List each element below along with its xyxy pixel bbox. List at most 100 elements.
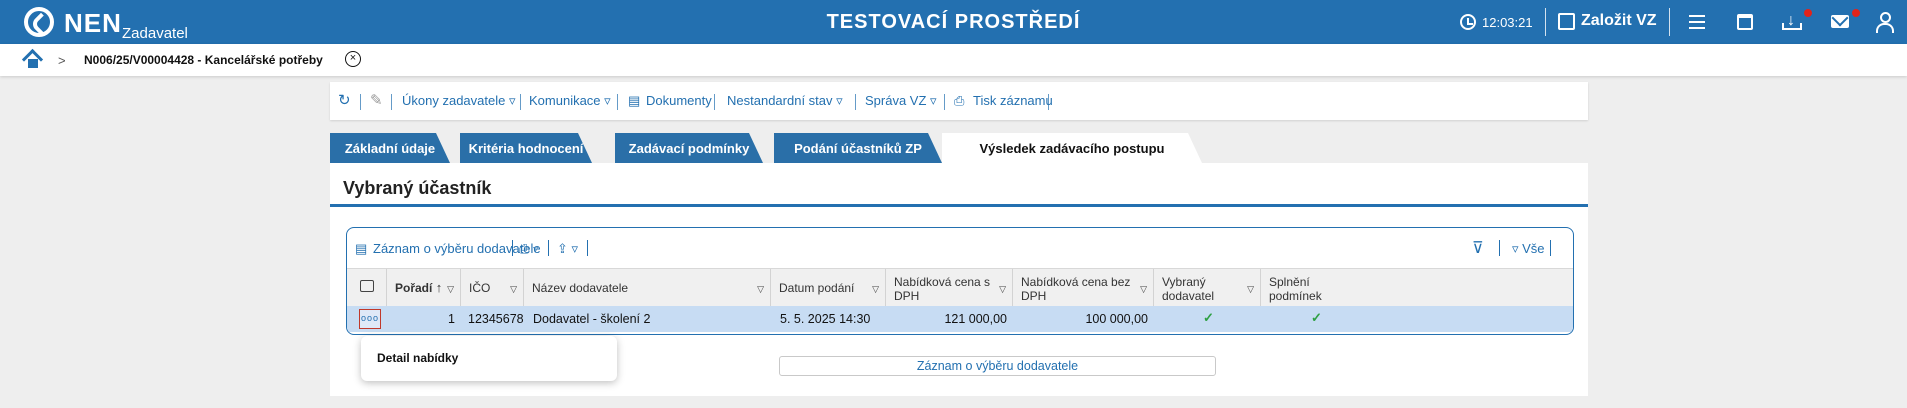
column-vybrany-label-2: dodavatel [1162, 289, 1215, 303]
column-ico[interactable]: IČO ▽ [461, 269, 524, 307]
divider [1048, 94, 1049, 110]
home-icon[interactable] [24, 51, 42, 68]
cell-ico: 12345678 [468, 312, 524, 326]
divider [587, 240, 588, 256]
divider [548, 240, 549, 256]
tisk-zaznamu-button[interactable]: Tisk záznamu [973, 93, 1053, 108]
breadcrumb: > N006/25/V00004428 - Kancelářské potřeb… [0, 44, 1907, 76]
breadcrumb-current[interactable]: N006/25/V00004428 - Kancelářské potřeby [84, 53, 323, 67]
column-settings-icon[interactable] [347, 269, 387, 307]
divider [520, 94, 521, 110]
edit-icon[interactable] [1558, 13, 1575, 30]
table-row[interactable]: ooo 1 12345678 Dodavatel - školení 2 5. … [347, 306, 1573, 332]
column-vybrany-label-1: Vybraný [1162, 275, 1206, 289]
divider [512, 240, 513, 256]
action-toolbar: ↻ ✎ Úkony zadavatele ▿ Komunikace ▿ ▤ Do… [330, 82, 1588, 120]
calendar-icon[interactable] [1737, 14, 1753, 30]
check-icon: ✓ [1311, 310, 1322, 325]
column-ico-label: IČO [469, 281, 491, 295]
filter-dropdown-icon[interactable]: ▽ [1140, 282, 1147, 296]
filter-dropdown-icon[interactable]: ▽ [1247, 282, 1254, 296]
create-vz-button[interactable]: Založit VZ [1581, 12, 1657, 30]
komunikace-menu[interactable]: Komunikace ▿ [529, 93, 611, 109]
download-icon[interactable]: ↓ [1782, 12, 1802, 30]
column-datum-label: Datum podání [779, 281, 855, 295]
row-context-menu: Detail nabídky [361, 336, 617, 381]
tab-zakladni-udaje[interactable]: Základní údaje [330, 133, 450, 163]
filter-dropdown-icon[interactable]: ▽ [999, 282, 1006, 296]
column-vybrany-dodavatel[interactable]: Vybraný dodavatel ▽ [1154, 269, 1261, 307]
filter-dropdown-icon[interactable]: ▽ [757, 282, 764, 296]
column-cena-bez-dph[interactable]: Nabídková cena bez DPH ▽ [1013, 269, 1154, 307]
column-splneni-label-2: podmínek [1269, 289, 1322, 303]
results-grid: ▤ Záznam o výběru dodavatele ⎙ ▿ ⇪ ▿ ⊽ ▿… [346, 227, 1574, 335]
dokumenty-button[interactable]: Dokumenty [646, 93, 712, 108]
ukony-zadavatele-menu[interactable]: Úkony zadavatele ▿ [402, 93, 515, 109]
hamburger-menu-icon[interactable] [1689, 15, 1705, 29]
cell-datum: 5. 5. 2025 14:30 [780, 312, 871, 326]
tab-kriteria-hodnoceni[interactable]: Kritéria hodnocení [460, 133, 592, 163]
column-poradi[interactable]: Pořadí ↑ ▽ [387, 269, 461, 307]
chevron-right-icon: > [58, 53, 66, 68]
cell-poradi: 1 [448, 312, 455, 326]
divider [1669, 8, 1670, 36]
cell-cena-bez-dph: 100 000,00 [1085, 312, 1148, 326]
filter-icon[interactable]: ⊽ [1472, 238, 1484, 258]
divider [1545, 8, 1546, 36]
clock-icon [1460, 14, 1476, 30]
sprava-vz-menu[interactable]: Správa VZ ▿ [865, 93, 937, 109]
print-icon[interactable]: ⎙ ▿ [519, 241, 538, 257]
download-notification-badge [1804, 9, 1812, 17]
grid-header: Pořadí ↑ ▽ IČO ▽ Název dodavatele ▽ Datu… [347, 268, 1573, 307]
column-cena-s-label-2: DPH [894, 289, 920, 303]
filter-dropdown-icon[interactable]: ▽ [447, 282, 454, 296]
mail-icon[interactable] [1831, 15, 1849, 28]
check-icon: ✓ [1203, 310, 1214, 325]
filter-dropdown-icon[interactable]: ▽ [872, 282, 879, 296]
close-icon[interactable]: × [345, 51, 361, 67]
section-divider [330, 204, 1588, 207]
filter-dropdown-icon[interactable]: ▽ [510, 282, 517, 296]
divider [391, 94, 392, 110]
tab-podani-ucastniku[interactable]: Podání účastníků ZP [774, 133, 942, 163]
divider [944, 94, 945, 110]
edit-pencil-icon[interactable]: ✎ [370, 91, 383, 109]
divider [617, 94, 618, 110]
column-cena-bez-label-1: Nabídková cena bez [1021, 275, 1131, 289]
column-poradi-label: Pořadí [395, 281, 433, 295]
view-all-selector[interactable]: ▿ Vše [1512, 241, 1545, 257]
export-icon[interactable]: ⇪ ▿ [557, 241, 578, 257]
zaznam-vyberu-dodavatele-button[interactable]: Záznam o výběru dodavatele [779, 356, 1216, 376]
document-icon: ▤ [628, 93, 641, 108]
column-cena-s-label-1: Nabídková cena s [894, 275, 991, 289]
column-nazev-label: Název dodavatele [532, 281, 629, 295]
divider [1499, 240, 1500, 256]
grid-toolbar: ▤ Záznam o výběru dodavatele ⎙ ▿ ⇪ ▿ ⊽ ▿… [347, 228, 1573, 268]
cell-nazev: Dodavatel - školení 2 [533, 312, 651, 326]
section-title: Vybraný účastník [343, 178, 492, 198]
cell-cena-s-dph: 121 000,00 [944, 312, 1007, 326]
top-bar: NEN Zadavatel TESTOVACÍ PROSTŘEDÍ 12:03:… [0, 0, 1907, 44]
divider [714, 94, 715, 110]
printer-icon: ⎙ [954, 93, 965, 108]
divider [1550, 240, 1551, 256]
column-splneni-podminek[interactable]: Splnění podmínek [1261, 269, 1573, 307]
column-cena-bez-label-2: DPH [1021, 289, 1047, 303]
menu-item-detail-nabidky[interactable]: Detail nabídky [377, 351, 458, 365]
tab-vysledek-zadavaciho-postupu[interactable]: Výsledek zadávacího postupu [942, 133, 1202, 163]
column-splneni-label-1: Splnění [1269, 275, 1310, 289]
tab-zadavaci-podminky[interactable]: Zadávací podmínky [615, 133, 763, 163]
document-icon: ▤ [355, 241, 368, 256]
divider [360, 94, 361, 110]
column-datum[interactable]: Datum podání ▽ [771, 269, 886, 307]
row-actions-button[interactable]: ooo [359, 309, 381, 329]
column-cena-s-dph[interactable]: Nabídková cena s DPH ▽ [886, 269, 1013, 307]
refresh-icon[interactable]: ↻ [338, 91, 351, 109]
column-nazev[interactable]: Název dodavatele ▽ [524, 269, 771, 307]
session-clock: 12:03:21 [1482, 15, 1533, 30]
divider [855, 94, 856, 110]
user-icon[interactable] [1876, 12, 1894, 33]
zaznam-vyberu-button[interactable]: Záznam o výběru dodavatele [373, 241, 541, 256]
mail-notification-badge [1852, 9, 1860, 17]
nestandardni-stav-menu[interactable]: Nestandardní stav ▿ [727, 93, 843, 109]
